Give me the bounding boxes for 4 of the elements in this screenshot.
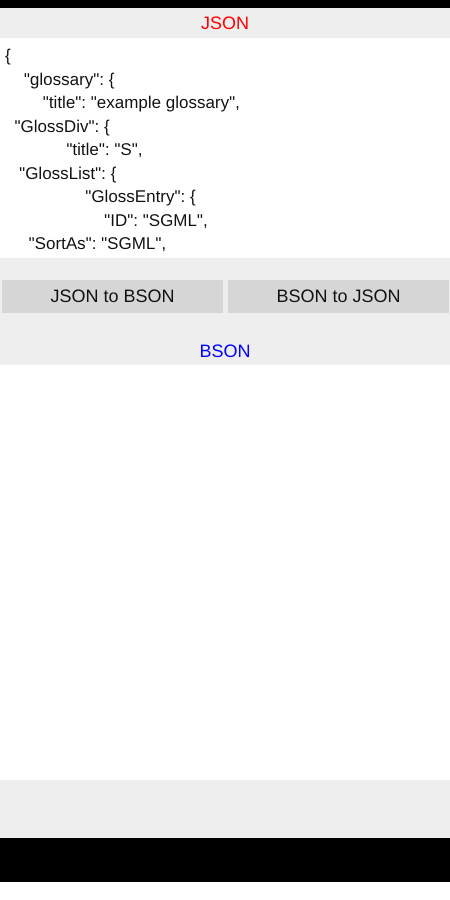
- bson-heading: BSON: [199, 341, 250, 362]
- convert-button[interactable]: JSON to BSON: [2, 280, 223, 313]
- convert-button[interactable]: BSON to JSON: [228, 280, 449, 313]
- json-heading: JSON: [200, 12, 249, 34]
